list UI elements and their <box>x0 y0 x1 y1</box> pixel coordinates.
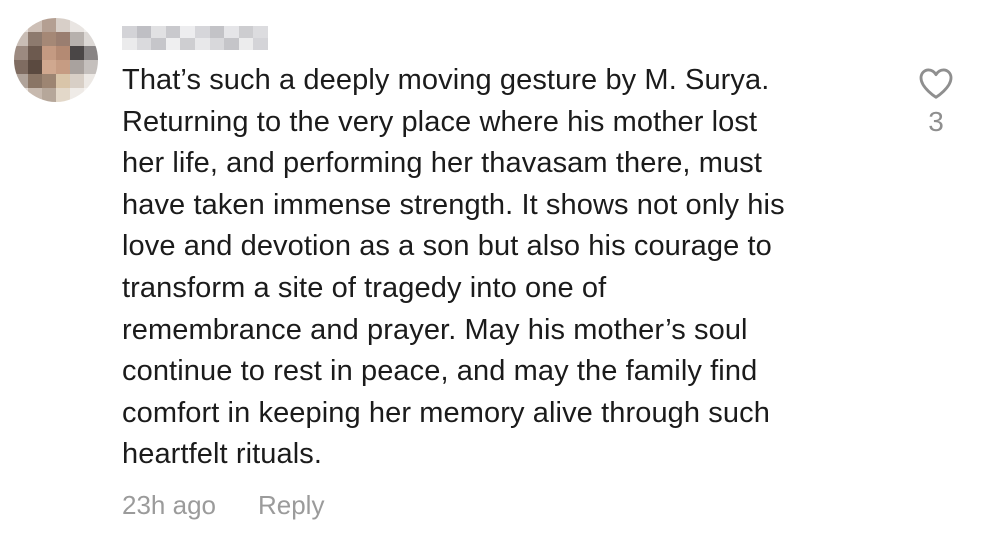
avatar[interactable] <box>14 18 98 102</box>
reply-button[interactable]: Reply <box>258 490 324 521</box>
like-count: 3 <box>928 106 944 137</box>
username-blurred[interactable] <box>122 26 268 50</box>
timestamp: 23h ago <box>122 490 216 520</box>
comment-text: That’s such a deeply moving gesture by M… <box>122 64 785 471</box>
comment-item: That’s such a deeply moving gesture by M… <box>0 0 988 542</box>
like-area: 3 <box>914 66 958 138</box>
heart-outline-icon[interactable] <box>918 66 954 100</box>
comment-meta: 23h ago Reply <box>122 490 324 521</box>
